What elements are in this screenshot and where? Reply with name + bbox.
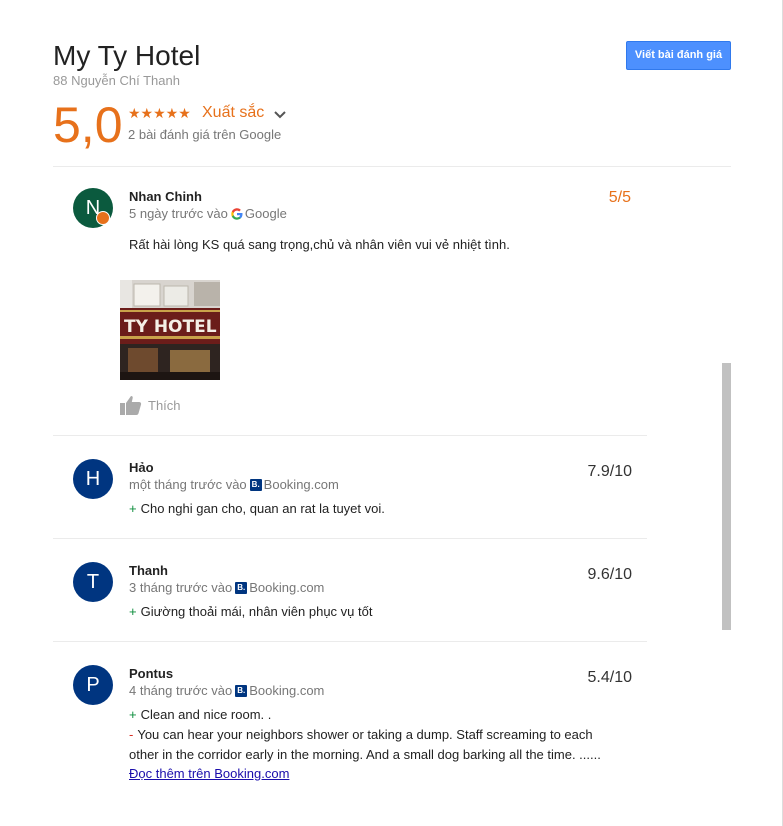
divider [53, 538, 647, 539]
reviewer-name[interactable]: Pontus [129, 666, 173, 681]
hotel-address: 88 Nguyễn Chí Thanh [53, 73, 180, 88]
divider [53, 166, 731, 167]
review-score: 7.9/10 [587, 463, 632, 480]
booking-icon: B. [235, 684, 248, 697]
review-source: B. Booking.com [235, 683, 324, 698]
booking-icon: B. [235, 581, 248, 594]
thumbs-up-icon [120, 396, 142, 415]
review-text: Rất hài lòng KS quá sang trọng,chủ và nh… [129, 237, 510, 252]
source-name: Booking.com [249, 580, 325, 595]
review-meta: 3 tháng trước vào B. Booking.com [129, 580, 324, 595]
reviewer-name[interactable]: Nhan Chinh [129, 189, 202, 204]
read-more-link[interactable]: Đọc thêm trên Booking.com [129, 766, 289, 781]
booking-icon: B. [249, 478, 262, 491]
avatar[interactable]: T [73, 562, 113, 602]
review-score: 5.4/10 [587, 669, 632, 686]
review-meta: một tháng trước vào B. Booking.com [129, 477, 339, 492]
google-g-icon [231, 207, 243, 220]
star-rating: ★★★★★ [128, 105, 191, 121]
reviews-dialog: My Ty Hotel 88 Nguyễn Chí Thanh Viết bài… [0, 0, 783, 826]
minus-icon: - [129, 727, 134, 742]
photo-sign-text: TY HOTEL [124, 317, 217, 337]
review-score: 9.6/10 [587, 566, 632, 583]
source-name: Booking.com [249, 683, 325, 698]
hotel-title: My Ty Hotel [53, 40, 201, 71]
plus-icon: + [129, 707, 137, 722]
review-source: B. Booking.com [235, 580, 324, 595]
avatar[interactable]: P [73, 665, 113, 705]
rating-word: Xuất sắc [202, 104, 265, 121]
review-positive: + Clean and nice room. . [129, 705, 271, 725]
source-name: Google [244, 206, 287, 221]
review-time: một tháng trước vào [129, 477, 247, 492]
review-meta: 5 ngày trước vào Google [129, 206, 287, 221]
reviewer-name[interactable]: Thanh [129, 563, 168, 578]
review-time: 5 ngày trước vào [129, 206, 228, 221]
hotel-photo-image: TY HOTEL [120, 280, 220, 380]
review-score: 5/5 [608, 189, 631, 206]
review-positive-text: Giường thoải mái, nhân viên phục vụ tốt [140, 604, 373, 619]
divider [53, 435, 647, 436]
local-guide-badge-icon [96, 211, 110, 225]
review-positive: + Cho nghi gan cho, quan an rat la tuyet … [129, 499, 385, 519]
review-photo[interactable]: TY HOTEL [120, 280, 220, 380]
scrollbar-thumb[interactable] [722, 363, 731, 630]
review-count: 2 bài đánh giá trên Google [128, 127, 282, 142]
review-time: 4 tháng trước vào [129, 683, 233, 698]
review-negative-text: You can hear your neighbors shower or ta… [129, 727, 601, 762]
review-positive-text: Clean and nice room. . [140, 707, 272, 722]
review-positive: + Giường thoải mái, nhân viên phục vụ tốt [129, 602, 372, 622]
review-meta: 4 tháng trước vào B. Booking.com [129, 683, 324, 698]
plus-icon: + [129, 501, 137, 516]
write-review-button[interactable]: Viết bài đánh giá [626, 41, 731, 70]
review-source: B. Booking.com [249, 477, 339, 492]
review-time: 3 tháng trước vào [129, 580, 233, 595]
chevron-down-icon[interactable] [273, 107, 287, 121]
overall-score: 5,0 [53, 97, 123, 153]
plus-icon: + [129, 604, 137, 619]
review-positive-text: Cho nghi gan cho, quan an rat la tuyet v… [140, 501, 385, 516]
like-button[interactable]: Thích [120, 395, 181, 415]
review-source: Google [231, 206, 287, 221]
divider [53, 641, 647, 642]
like-label: Thích [148, 397, 181, 413]
review-negative: - You can hear your neighbors shower or t… [129, 725, 609, 765]
source-name: Booking.com [263, 477, 339, 492]
avatar[interactable]: H [73, 459, 113, 499]
reviewer-name[interactable]: Hảo [129, 460, 154, 475]
